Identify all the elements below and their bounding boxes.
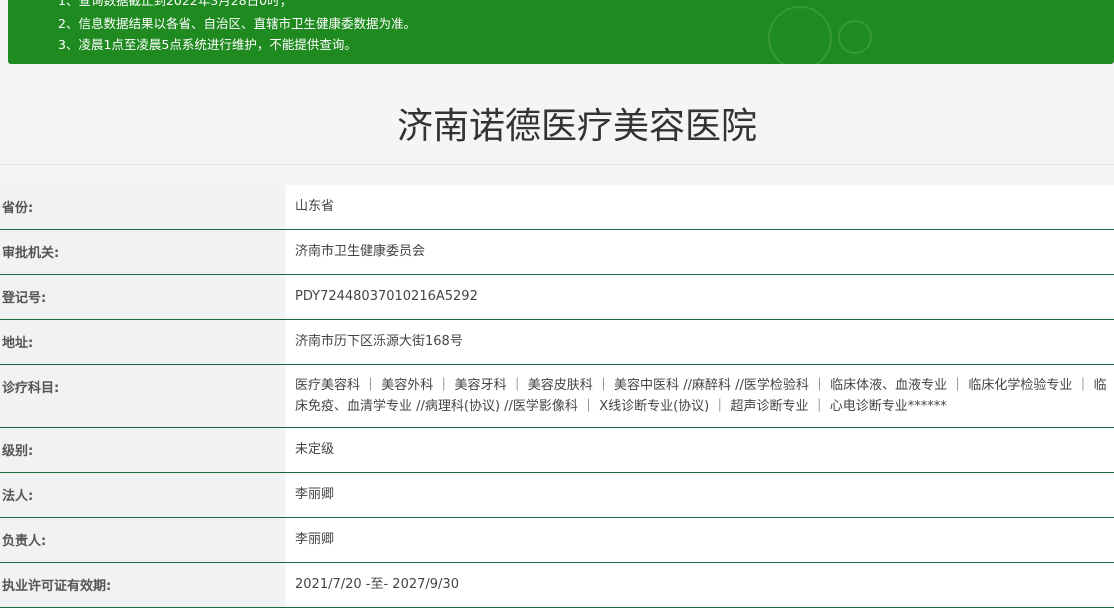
info-table: 省份: 山东省 审批机关: 济南市卫生健康委员会 登记号: PDY7244803… <box>0 185 1114 608</box>
notice-banner: 1、查询数据截止到2022年3月28日0时； 2、信息数据结果以各省、自治区、直… <box>8 0 1114 70</box>
row-label: 省份: <box>0 185 284 229</box>
row-label: 法人: <box>0 473 284 517</box>
row-value: 李丽卿 <box>286 518 1114 562</box>
row-label: 执业许可证有效期: <box>0 563 284 607</box>
row-value: 2021/7/20 -至- 2027/9/30 <box>286 563 1114 607</box>
table-row-person-in-charge: 负责人: 李丽卿 <box>0 518 1114 563</box>
notice-line-1: 1、查询数据截止到2022年3月28日0时； <box>58 0 293 8</box>
row-label: 审批机关: <box>0 230 284 274</box>
title-section: 济南诺德医疗美容医院 <box>0 64 1114 165</box>
row-value: 济南市卫生健康委员会 <box>286 230 1114 274</box>
page-title: 济南诺德医疗美容医院 <box>396 106 757 147</box>
notice-line-2: 2、信息数据结果以各省、自治区、直辖市卫生健康委数据为准。 <box>58 16 416 31</box>
table-row-license-validity: 执业许可证有效期: 2021/7/20 -至- 2027/9/30 <box>0 563 1114 608</box>
table-row-level: 级别: 未定级 <box>0 428 1114 473</box>
row-value: PDY72448037010216A5292 <box>286 275 1114 319</box>
row-label: 登记号: <box>0 275 284 319</box>
row-label: 地址: <box>0 320 284 364</box>
row-label: 负责人: <box>0 518 284 562</box>
row-value: 济南市历下区泺源大街168号 <box>286 320 1114 364</box>
row-label: 级别: <box>0 428 284 472</box>
notice-line-3: 3、凌晨1点至凌晨5点系统进行维护，不能提供查询。 <box>58 37 357 52</box>
row-label: 诊疗科目: <box>0 365 284 427</box>
table-row-address: 地址: 济南市历下区泺源大街168号 <box>0 320 1114 365</box>
row-value: 山东省 <box>286 185 1114 229</box>
table-row-province: 省份: 山东省 <box>0 185 1114 230</box>
row-value: 医疗美容科 ｜ 美容外科 ｜ 美容牙科 ｜ 美容皮肤科 ｜ 美容中医科 //麻醉… <box>286 365 1114 427</box>
table-row-approval-authority: 审批机关: 济南市卫生健康委员会 <box>0 230 1114 275</box>
row-value: 未定级 <box>286 428 1114 472</box>
row-value: 李丽卿 <box>286 473 1114 517</box>
watermark-decoration <box>838 20 872 54</box>
table-row-legal-person: 法人: 李丽卿 <box>0 473 1114 518</box>
table-row-departments: 诊疗科目: 医疗美容科 ｜ 美容外科 ｜ 美容牙科 ｜ 美容皮肤科 ｜ 美容中医… <box>0 365 1114 428</box>
table-row-registration-number: 登记号: PDY72448037010216A5292 <box>0 275 1114 320</box>
watermark-decoration <box>768 6 832 70</box>
